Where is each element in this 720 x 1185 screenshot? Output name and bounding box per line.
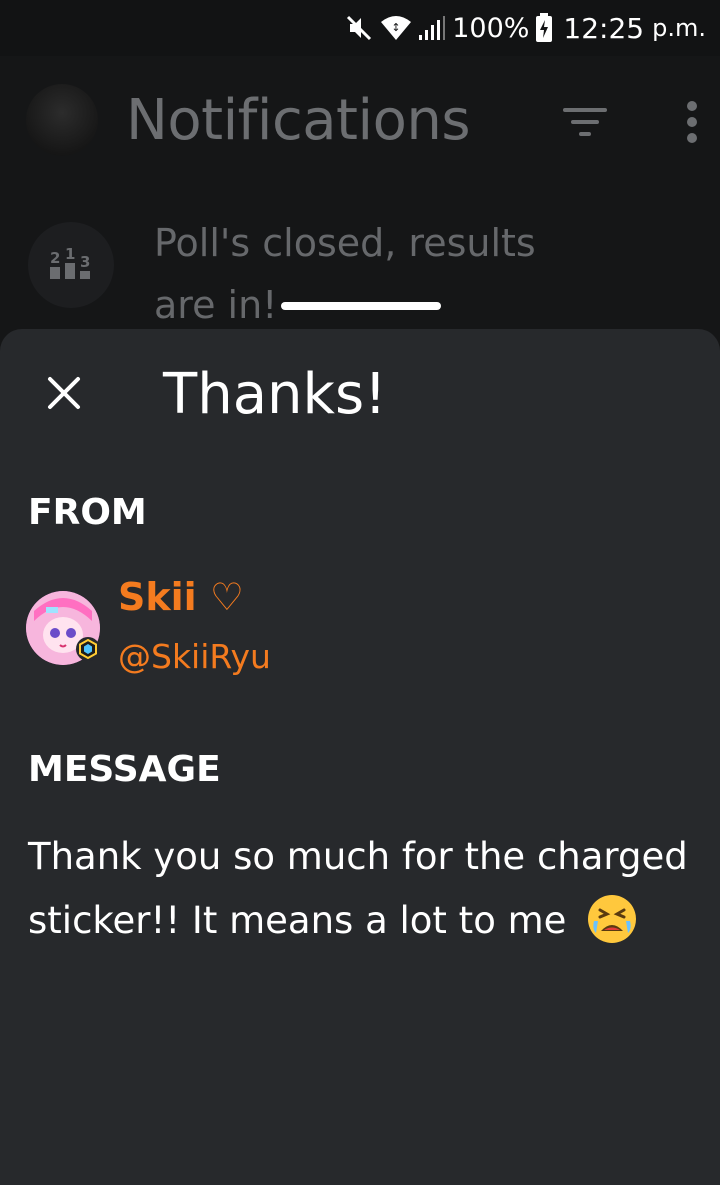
notification-item[interactable]: 2 1 3 Poll's closed, results are in! bbox=[28, 212, 720, 332]
sender-name: Skii ♡ bbox=[118, 575, 244, 619]
sheet-title: Thanks! bbox=[163, 362, 387, 427]
crying-face-emoji-icon bbox=[586, 893, 638, 945]
message-label: MESSAGE bbox=[28, 749, 221, 790]
notifications-header: Notifications bbox=[26, 84, 720, 156]
svg-text:3: 3 bbox=[80, 253, 90, 271]
battery-charging-icon bbox=[535, 13, 553, 43]
close-button[interactable] bbox=[36, 365, 92, 421]
svg-text:1: 1 bbox=[65, 247, 75, 263]
profile-avatar[interactable] bbox=[26, 84, 98, 156]
svg-text:2: 2 bbox=[50, 249, 60, 267]
status-bar: ↕ 100% 12:25 p.m. bbox=[0, 0, 720, 56]
hypesquad-badge-icon bbox=[76, 637, 100, 661]
svg-text:↕: ↕ bbox=[392, 21, 401, 34]
clock-ampm: p.m. bbox=[652, 14, 706, 42]
from-label: FROM bbox=[28, 492, 147, 533]
wifi-icon: ↕ bbox=[380, 14, 412, 42]
battery-percent: 100% bbox=[452, 12, 530, 44]
thanks-bottom-sheet: Thanks! FROM Skii ♡ @SkiiRyu MESSAGE Tha… bbox=[0, 329, 720, 1185]
clock-time: 12:25 bbox=[563, 11, 645, 45]
notification-text: Poll's closed, results are in! bbox=[154, 221, 536, 327]
more-vert-icon[interactable] bbox=[684, 98, 700, 146]
signal-icon bbox=[418, 15, 446, 41]
sender-handle: @SkiiRyu bbox=[118, 637, 271, 676]
filter-icon[interactable] bbox=[561, 104, 613, 140]
sender-info[interactable]: Skii ♡ @SkiiRyu bbox=[26, 575, 626, 689]
screen: ↕ 100% 12:25 p.m. Notifications 2 1 3 Po… bbox=[0, 0, 720, 1185]
poll-icon: 2 1 3 bbox=[28, 222, 114, 308]
close-icon bbox=[48, 377, 80, 409]
text-underline bbox=[281, 302, 441, 310]
message-body: Thank you so much for the charged sticke… bbox=[28, 825, 698, 953]
mute-icon bbox=[344, 13, 374, 43]
page-title: Notifications bbox=[126, 87, 471, 153]
